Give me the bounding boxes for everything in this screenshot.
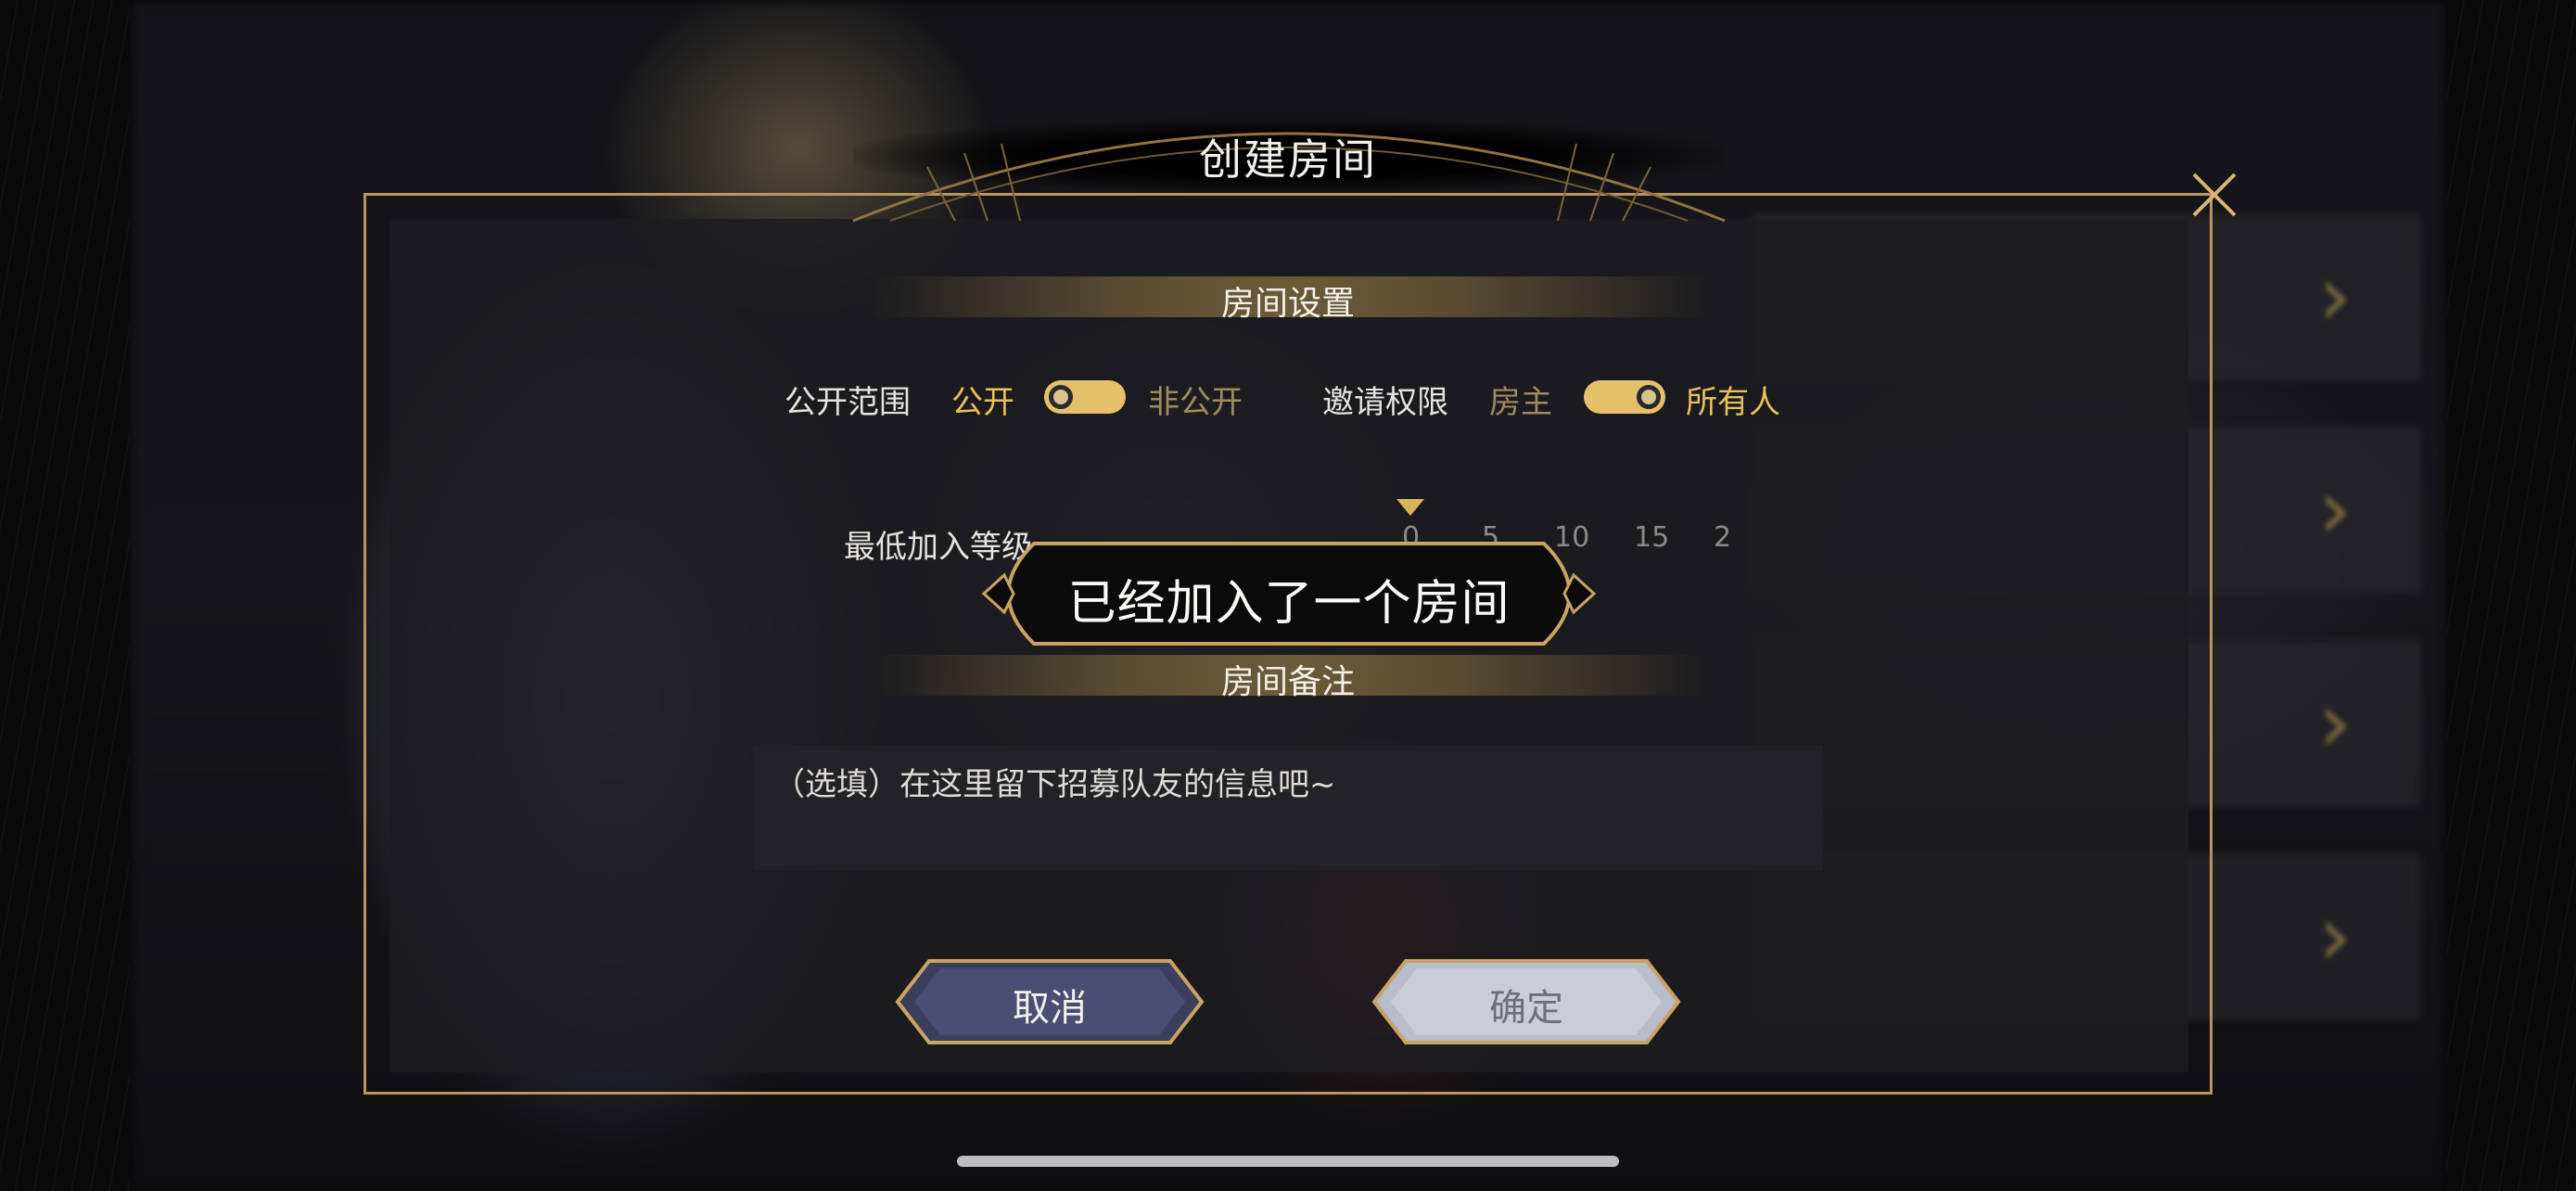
toggle-knob xyxy=(1634,382,1664,412)
home-indicator[interactable] xyxy=(957,1156,1619,1167)
invite-permission-label: 邀请权限 xyxy=(1322,384,1448,421)
room-note-placeholder: （选填）在这里留下招募队友的信息吧~ xyxy=(773,766,1336,803)
visibility-option-private[interactable]: 非公开 xyxy=(1148,377,1243,422)
visibility-toggle[interactable] xyxy=(1044,380,1126,414)
section-title-room-note: 房间备注 xyxy=(1220,663,1355,701)
chevron-right-icon: › xyxy=(2318,888,2352,985)
chevron-right-icon: › xyxy=(2318,248,2352,345)
invite-option-everyone[interactable]: 所有人 xyxy=(1686,377,1780,422)
level-tick[interactable]: 15 xyxy=(1634,521,1669,554)
cancel-button[interactable]: 取消 xyxy=(892,957,1207,1046)
invite-permission-toggle[interactable] xyxy=(1584,380,1665,414)
side-pattern-left xyxy=(0,0,130,1191)
toggle-knob xyxy=(1046,382,1076,412)
chevron-right-icon: › xyxy=(2318,674,2352,772)
invite-option-owner[interactable]: 房主 xyxy=(1489,377,1552,422)
level-tick[interactable]: 2 xyxy=(1714,521,1731,554)
side-pattern-right xyxy=(2446,0,2576,1191)
close-icon[interactable] xyxy=(2187,167,2242,223)
cancel-button-label: 取消 xyxy=(1013,987,1087,1030)
confirm-button[interactable]: 确定 xyxy=(1369,957,1684,1046)
chevron-right-icon: › xyxy=(2318,461,2352,558)
visibility-label: 公开范围 xyxy=(784,384,911,421)
level-slider-pointer[interactable] xyxy=(1396,499,1424,516)
section-title-room-settings: 房间设置 xyxy=(1220,285,1355,323)
toast-message: 已经加入了一个房间 xyxy=(1067,576,1511,632)
visibility-option-public[interactable]: 公开 xyxy=(951,377,1014,422)
dialog-title: 创建房间 xyxy=(1199,134,1377,185)
confirm-button-label: 确定 xyxy=(1489,987,1563,1030)
